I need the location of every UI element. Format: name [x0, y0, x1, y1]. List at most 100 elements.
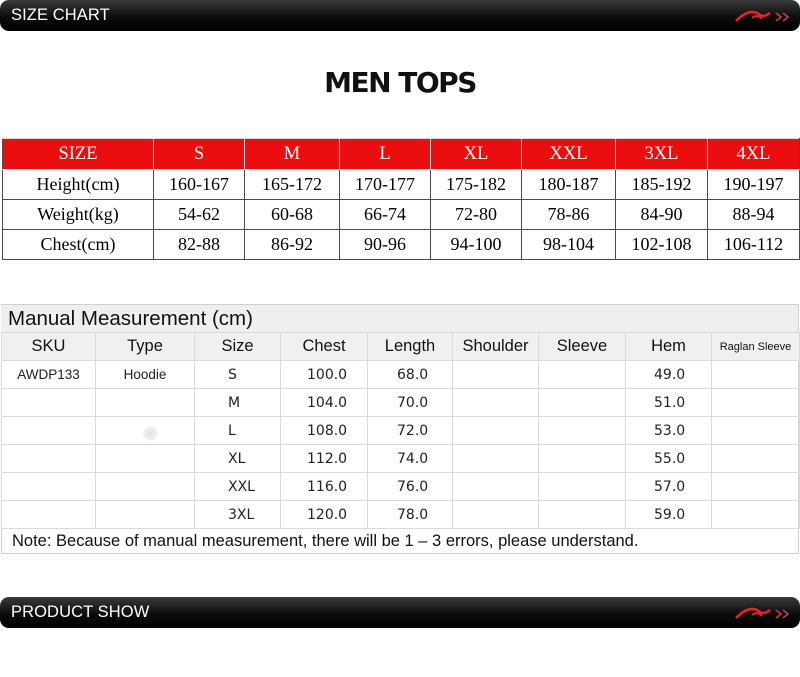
sleeve-cell — [538, 360, 626, 389]
header-cell: Type — [95, 332, 195, 361]
chest-cell: 104.0 — [280, 388, 368, 417]
raglan-sleeve-cell — [711, 388, 800, 417]
sku-cell: AWDP133 — [1, 360, 96, 389]
table-cell: 54-62 — [153, 199, 245, 230]
table-row: XL 112.0 74.0 55.0 — [1, 444, 800, 473]
header-cell: SIZE — [2, 138, 154, 170]
header-cell: 3XL — [615, 138, 708, 170]
measurement-note: Note: Because of manual measurement, the… — [12, 532, 639, 550]
hem-cell: 55.0 — [625, 444, 712, 473]
size-cell: XL — [194, 444, 281, 473]
length-cell: 76.0 — [367, 472, 453, 501]
table-row: Chest(cm) 82-88 86-92 90-96 94-100 98-10… — [2, 229, 800, 260]
hem-cell: 51.0 — [625, 388, 712, 417]
row-label: Height(cm) — [2, 169, 154, 200]
manual-measurement-table: SKU Type Size Chest Length Shoulder Slee… — [1, 332, 800, 529]
header-cell: Size — [194, 332, 281, 361]
table-cell: 165-172 — [244, 169, 340, 200]
chest-cell: 116.0 — [280, 472, 368, 501]
raglan-sleeve-cell — [711, 500, 800, 529]
table-cell: 185-192 — [615, 169, 708, 200]
shoulder-cell — [452, 444, 539, 473]
shoulder-cell — [452, 416, 539, 445]
chest-cell: 120.0 — [280, 500, 368, 529]
header-cell: Hem — [625, 332, 712, 361]
table-cell: 180-187 — [521, 169, 616, 200]
table-cell: 102-108 — [615, 229, 708, 260]
header-cell: Chest — [280, 332, 368, 361]
header-cell: XL — [430, 138, 522, 170]
type-cell — [95, 388, 195, 417]
li-ning-logo-icon — [735, 607, 790, 619]
size-chart-banner: SIZE CHART — [0, 0, 800, 31]
length-cell: 68.0 — [367, 360, 453, 389]
header-cell: Shoulder — [452, 332, 539, 361]
page-title: MEN TOPS — [324, 66, 477, 99]
raglan-sleeve-cell — [711, 444, 800, 473]
product-show-banner: PRODUCT SHOW — [0, 597, 800, 628]
table-cell: 160-167 — [153, 169, 245, 200]
header-cell: L — [339, 138, 431, 170]
table-cell: 98-104 — [521, 229, 616, 260]
header-cell: Raglan Sleeve — [711, 332, 800, 361]
table-row: XXL 116.0 76.0 57.0 — [1, 472, 800, 501]
sleeve-cell — [538, 472, 626, 501]
sku-cell — [1, 388, 96, 417]
table-cell: 72-80 — [430, 199, 522, 230]
type-cell — [95, 444, 195, 473]
sku-cell — [1, 472, 96, 501]
table-cell: 84-90 — [615, 199, 708, 230]
chest-cell: 112.0 — [280, 444, 368, 473]
manual-measurement-title: Manual Measurement (cm) — [8, 307, 253, 330]
header-cell: XXL — [521, 138, 616, 170]
table-cell: 60-68 — [244, 199, 340, 230]
product-show-heading: PRODUCT SHOW — [11, 603, 150, 621]
table-cell: 106-112 — [707, 229, 800, 260]
measurement-header-row: SKU Type Size Chest Length Shoulder Slee… — [1, 332, 800, 361]
length-cell: 70.0 — [367, 388, 453, 417]
header-cell: SKU — [1, 332, 96, 361]
chest-cell: 108.0 — [280, 416, 368, 445]
li-ning-logo-icon — [735, 10, 790, 22]
table-row: 3XL 120.0 78.0 59.0 — [1, 500, 800, 529]
sku-cell — [1, 416, 96, 445]
header-cell: Sleeve — [538, 332, 626, 361]
sleeve-cell — [538, 500, 626, 529]
raglan-sleeve-cell — [711, 360, 800, 389]
table-row: AWDP133 Hoodie S 100.0 68.0 49.0 — [1, 360, 800, 389]
sku-cell — [1, 500, 96, 529]
table-cell: 94-100 — [430, 229, 522, 260]
hem-cell: 49.0 — [625, 360, 712, 389]
raglan-sleeve-cell — [711, 416, 800, 445]
hem-cell: 59.0 — [625, 500, 712, 529]
watermark-dot — [143, 426, 158, 441]
table-cell: 90-96 — [339, 229, 431, 260]
sku-cell — [1, 444, 96, 473]
hem-cell: 53.0 — [625, 416, 712, 445]
chest-cell: 100.0 — [280, 360, 368, 389]
table-cell: 88-94 — [707, 199, 800, 230]
table-cell: 170-177 — [339, 169, 431, 200]
type-cell: Hoodie — [95, 360, 195, 389]
hem-cell: 57.0 — [625, 472, 712, 501]
raglan-sleeve-cell — [711, 472, 800, 501]
sleeve-cell — [538, 388, 626, 417]
header-cell: M — [244, 138, 340, 170]
type-cell — [95, 500, 195, 529]
sleeve-cell — [538, 416, 626, 445]
table-cell: 78-86 — [521, 199, 616, 230]
row-label: Weight(kg) — [2, 199, 154, 230]
size-chart-table: SIZE S M L XL XXL 3XL 4XL Height(cm) 160… — [2, 138, 800, 260]
shoulder-cell — [452, 500, 539, 529]
sleeve-cell — [538, 444, 626, 473]
table-cell: 190-197 — [707, 169, 800, 200]
type-cell — [95, 472, 195, 501]
length-cell: 74.0 — [367, 444, 453, 473]
size-header-row: SIZE S M L XL XXL 3XL 4XL — [2, 138, 800, 170]
header-cell: Length — [367, 332, 453, 361]
table-cell: 175-182 — [430, 169, 522, 200]
length-cell: 72.0 — [367, 416, 453, 445]
table-cell: 86-92 — [244, 229, 340, 260]
size-cell: XXL — [194, 472, 281, 501]
size-chart-heading: SIZE CHART — [11, 6, 110, 24]
